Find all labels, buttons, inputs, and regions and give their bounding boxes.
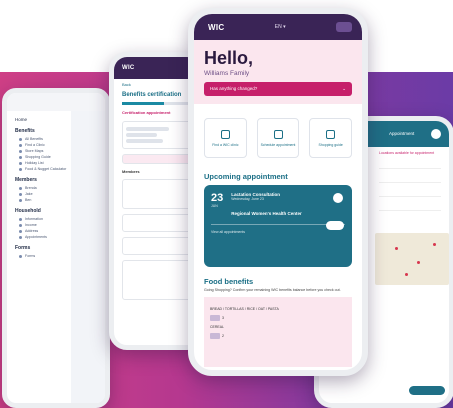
quick-actions: Find a WIC clinic Schedule appointment S… (194, 104, 362, 168)
member-options[interactable] (122, 179, 192, 210)
page-title: Benefits certification (122, 91, 182, 98)
progress-bar (122, 101, 192, 105)
cart-icon (326, 129, 336, 139)
bullet-icon (19, 198, 22, 202)
food-subtext: Going Shopping? Confirm your remaining W… (204, 288, 341, 292)
location-row[interactable] (379, 201, 441, 212)
upcoming-heading: Upcoming appointment (204, 172, 288, 181)
food-item: CEREAL (210, 325, 225, 329)
family-name: Williams Family (204, 70, 250, 77)
menu-icon[interactable] (336, 22, 352, 32)
map-view[interactable] (375, 233, 449, 285)
appointment-day: 23 (211, 192, 224, 204)
chevron-down-icon: ⌄ (342, 86, 346, 91)
phone-sidebar-nav: Home Benefits All Benefits Find a Clinic… (2, 88, 110, 408)
bullet-icon (19, 155, 22, 159)
bullet-icon (19, 192, 22, 196)
food-heading: Food benefits (204, 277, 254, 286)
bullet-icon (19, 217, 22, 221)
food-quantity: 3 (210, 315, 346, 321)
greeting: Hello, (204, 48, 254, 68)
bullet-icon (19, 254, 22, 258)
member-row[interactable] (122, 237, 192, 256)
map-pin-icon[interactable] (395, 247, 398, 250)
phone-dashboard: WIC EN ▾ Hello, Williams Family Has anyt… (188, 8, 368, 376)
bullet-icon (19, 223, 22, 227)
appointment-location: Regional Women's Health Center (231, 211, 302, 216)
address-box (122, 260, 192, 301)
appointment-box (122, 120, 192, 149)
schedule-button[interactable]: Schedule appointment (256, 118, 300, 158)
find-clinic-button[interactable]: Find a WIC clinic (204, 118, 247, 158)
notice-strip (122, 153, 192, 164)
food-item: BREAD / TORTILLAS / RICE / OAT / PASTA (210, 307, 279, 311)
map-pin-icon[interactable] (433, 243, 436, 246)
shopping-guide-button[interactable]: Shopping guide (309, 118, 353, 158)
appointment-subtitle: Locations available for appointment (379, 151, 435, 155)
food-benefits-list: BREAD / TORTILLAS / RICE / OAT / PASTA 3… (204, 297, 352, 367)
bullet-icon (19, 235, 22, 239)
content-pane (71, 111, 105, 403)
app-header: WIC EN ▾ (194, 14, 362, 40)
location-icon (220, 129, 230, 139)
members-heading: Members (122, 168, 140, 174)
view-all-link[interactable]: View all appointments (211, 230, 345, 234)
appointment-card[interactable]: 23 JUN Lactation Consultation Wednesday,… (204, 185, 352, 267)
wic-logo: WIC (208, 22, 225, 32)
user-name-placeholder (71, 100, 99, 104)
greeting-panel: Hello, Williams Family Has anything chan… (194, 40, 362, 104)
map-pin-icon[interactable] (417, 261, 420, 264)
bullet-icon (19, 137, 22, 141)
bullet-icon (19, 229, 22, 233)
bullet-icon (19, 143, 22, 147)
wic-logo: WIC (122, 65, 135, 71)
back-link[interactable]: Back (122, 82, 192, 88)
language-selector[interactable]: EN ▾ (275, 24, 286, 30)
location-row[interactable] (379, 173, 441, 184)
sidebar-topbar (7, 93, 105, 111)
food-quantity: 2 (210, 333, 346, 339)
appointment-date: Wednesday, June 23 (231, 197, 264, 201)
edit-button[interactable] (326, 221, 344, 230)
member-row[interactable] (122, 214, 192, 233)
map-pin-icon[interactable] (405, 273, 408, 276)
calendar-icon (273, 129, 283, 139)
info-icon[interactable] (333, 193, 343, 203)
bullet-icon (19, 149, 22, 153)
appointment-month: JUN (211, 204, 218, 208)
continue-button[interactable] (409, 386, 445, 395)
change-alert[interactable]: Has anything changed? ⌄ (204, 82, 352, 96)
bullet-icon (19, 186, 22, 190)
bullet-icon (19, 161, 22, 165)
location-row[interactable] (379, 159, 441, 170)
help-icon[interactable] (431, 129, 441, 139)
location-row[interactable] (379, 187, 441, 198)
appointment-title: Appointment (389, 131, 415, 137)
section-heading: Certification appointment (122, 109, 171, 115)
bullet-icon (19, 167, 22, 171)
